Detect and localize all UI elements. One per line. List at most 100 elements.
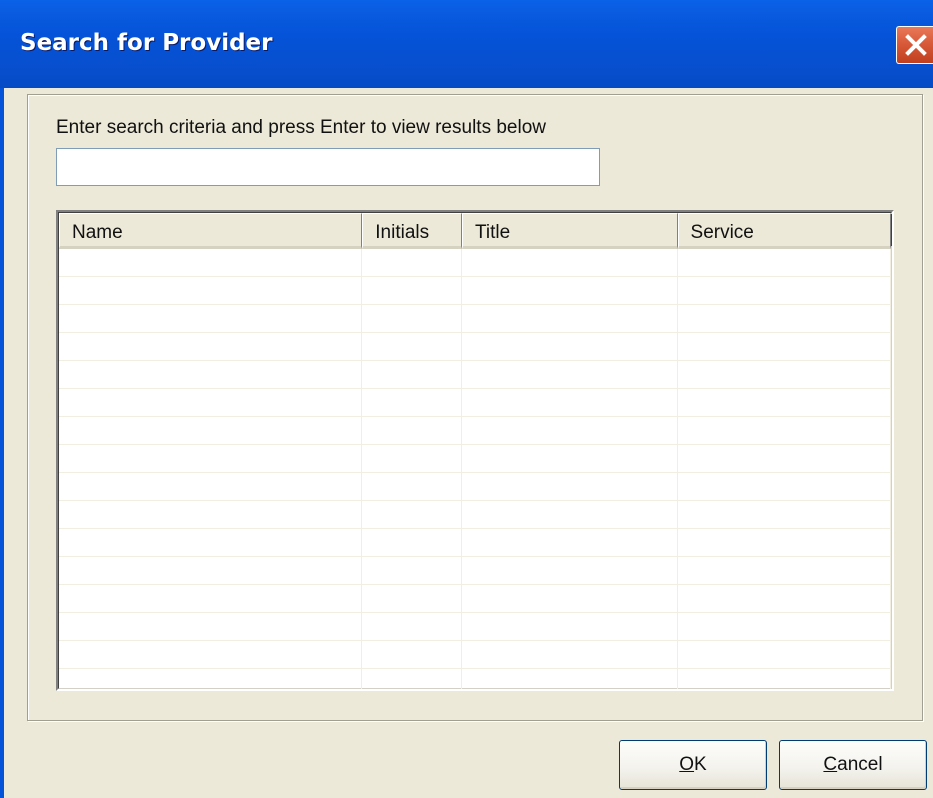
table-cell (678, 641, 891, 668)
table-cell (462, 361, 678, 388)
table-cell (59, 501, 363, 528)
table-cell (59, 669, 363, 689)
table-cell (59, 473, 363, 500)
table-row (59, 305, 891, 333)
table-cell (59, 333, 363, 360)
table-cell (678, 473, 891, 500)
table-cell (362, 473, 463, 500)
title-bar[interactable]: Search for Provider (0, 0, 933, 88)
search-provider-dialog: Search for Provider Enter search criteri… (0, 0, 933, 798)
close-button[interactable] (896, 26, 933, 64)
column-header-service[interactable]: Service (677, 213, 892, 249)
table-cell (362, 557, 463, 584)
table-cell (678, 585, 891, 612)
table-cell (59, 613, 363, 640)
table-cell (362, 417, 463, 444)
window-border (0, 88, 4, 798)
table-row (59, 445, 891, 473)
table-cell (678, 305, 891, 332)
ok-button[interactable]: OK (619, 740, 767, 790)
table-cell (59, 389, 363, 416)
table-cell (462, 501, 678, 528)
column-header-initials[interactable]: Initials (362, 213, 463, 249)
table-cell (59, 585, 363, 612)
table-cell (462, 529, 678, 556)
table-row (59, 333, 891, 361)
table-cell (678, 333, 891, 360)
table-row (59, 277, 891, 305)
table-cell (462, 473, 678, 500)
table-row (59, 613, 891, 641)
close-icon (905, 34, 927, 56)
table-cell (678, 669, 891, 689)
table-cell (462, 669, 678, 689)
table-cell (362, 613, 463, 640)
table-cell (362, 501, 463, 528)
results-header: Name Initials Title Service (59, 213, 892, 249)
table-cell (462, 557, 678, 584)
table-cell (462, 389, 678, 416)
table-cell (59, 249, 363, 276)
table-cell (59, 641, 363, 668)
table-cell (362, 585, 463, 612)
table-cell (59, 417, 363, 444)
table-cell (362, 641, 463, 668)
table-cell (462, 445, 678, 472)
table-cell (678, 389, 891, 416)
table-cell (362, 361, 463, 388)
table-cell (678, 529, 891, 556)
table-cell (362, 277, 463, 304)
table-cell (462, 333, 678, 360)
column-header-title[interactable]: Title (462, 213, 680, 249)
ok-accelerator: O (679, 754, 695, 775)
table-cell (59, 445, 363, 472)
results-rows (59, 249, 891, 689)
table-cell (59, 557, 363, 584)
cancel-button[interactable]: Cancel (779, 740, 927, 790)
table-cell (362, 529, 463, 556)
table-cell (362, 333, 463, 360)
table-cell (462, 585, 678, 612)
table-cell (59, 529, 363, 556)
table-cell (462, 277, 678, 304)
table-row (59, 417, 891, 445)
table-row (59, 473, 891, 501)
cancel-accelerator: C (823, 754, 838, 775)
table-cell (59, 361, 363, 388)
table-cell (362, 445, 463, 472)
table-cell (678, 361, 891, 388)
table-row (59, 361, 891, 389)
table-cell (362, 389, 463, 416)
table-cell (59, 305, 363, 332)
table-row (59, 557, 891, 585)
column-header-name[interactable]: Name (59, 213, 364, 249)
table-cell (678, 277, 891, 304)
table-cell (678, 417, 891, 444)
table-cell (362, 305, 463, 332)
table-cell (462, 641, 678, 668)
table-cell (678, 445, 891, 472)
table-row (59, 641, 891, 669)
results-list[interactable]: Name Initials Title Service (56, 210, 894, 691)
table-cell (362, 669, 463, 689)
table-cell (678, 557, 891, 584)
table-row (59, 529, 891, 557)
search-prompt-label: Enter search criteria and press Enter to… (56, 117, 546, 138)
table-row (59, 249, 891, 277)
table-cell (462, 305, 678, 332)
table-cell (462, 613, 678, 640)
search-input[interactable] (56, 148, 600, 186)
table-row (59, 389, 891, 417)
table-cell (462, 249, 678, 276)
table-cell (678, 613, 891, 640)
cancel-label: ancel (837, 754, 883, 775)
table-row (59, 501, 891, 529)
table-cell (462, 417, 678, 444)
window-title: Search for Provider (20, 30, 273, 56)
table-cell (678, 249, 891, 276)
table-cell (678, 501, 891, 528)
table-cell (362, 249, 463, 276)
ok-label: K (694, 754, 707, 775)
table-row (59, 585, 891, 613)
results-list-frame: Name Initials Title Service (58, 212, 892, 689)
